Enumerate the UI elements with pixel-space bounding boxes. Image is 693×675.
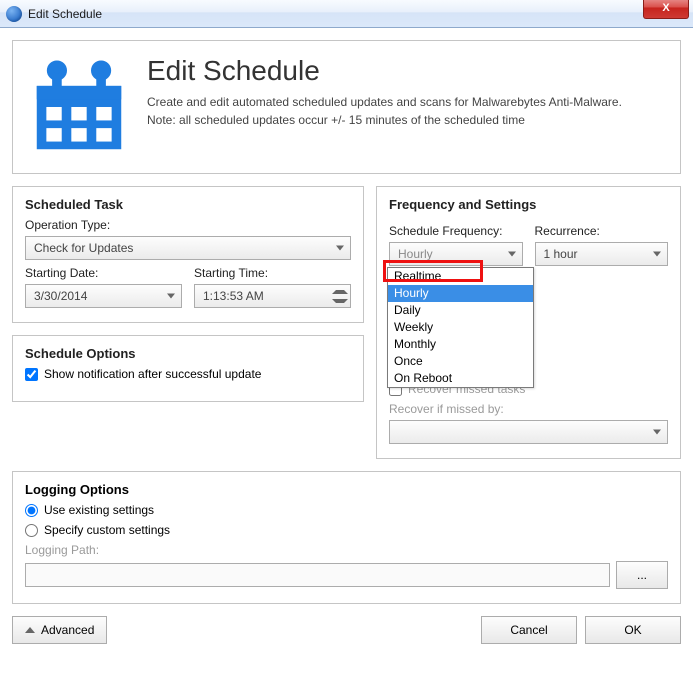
footer: Advanced Cancel OK bbox=[12, 616, 681, 644]
starting-time-value: 1:13:53 AM bbox=[203, 289, 264, 303]
browse-button[interactable]: ... bbox=[616, 561, 668, 589]
recover-if-select[interactable] bbox=[389, 420, 668, 444]
notify-label: Show notification after successful updat… bbox=[44, 367, 261, 381]
operation-type-select[interactable]: Check for Updates bbox=[25, 236, 351, 260]
page-note: Note: all scheduled updates occur +/- 15… bbox=[147, 113, 622, 127]
chevron-down-icon bbox=[336, 246, 344, 251]
cancel-label: Cancel bbox=[510, 623, 547, 637]
calendar-icon bbox=[31, 59, 127, 155]
close-button[interactable]: X bbox=[643, 0, 689, 19]
header-panel: Edit Schedule Create and edit automated … bbox=[12, 40, 681, 174]
frequency-option[interactable]: Monthly bbox=[388, 336, 533, 353]
notify-checkbox[interactable] bbox=[25, 368, 38, 381]
ok-button[interactable]: OK bbox=[585, 616, 681, 644]
logging-custom-row[interactable]: Specify custom settings bbox=[25, 523, 668, 537]
starting-time-spinner[interactable]: 1:13:53 AM bbox=[194, 284, 351, 308]
schedule-frequency-label: Schedule Frequency: bbox=[389, 224, 523, 238]
recurrence-label: Recurrence: bbox=[535, 224, 669, 238]
logging-existing-label: Use existing settings bbox=[44, 503, 154, 517]
page-description: Create and edit automated scheduled upda… bbox=[147, 95, 622, 109]
logging-custom-label: Specify custom settings bbox=[44, 523, 170, 537]
recover-if-label: Recover if missed by: bbox=[389, 402, 668, 416]
starting-date-label: Starting Date: bbox=[25, 266, 182, 280]
triangle-up-icon bbox=[25, 627, 35, 633]
recurrence-select[interactable]: 1 hour bbox=[535, 242, 669, 266]
app-icon bbox=[6, 6, 22, 22]
logging-path-label: Logging Path: bbox=[25, 543, 668, 557]
window-title: Edit Schedule bbox=[28, 7, 102, 21]
chevron-down-icon bbox=[653, 430, 661, 435]
frequency-settings-legend: Frequency and Settings bbox=[389, 197, 668, 212]
logging-existing-row[interactable]: Use existing settings bbox=[25, 503, 668, 517]
logging-options-legend: Logging Options bbox=[25, 482, 668, 497]
advanced-label: Advanced bbox=[41, 623, 94, 637]
spinner-up-icon[interactable] bbox=[332, 287, 348, 296]
spinner-down-icon[interactable] bbox=[332, 296, 348, 305]
scheduled-task-panel: Scheduled Task Operation Type: Check for… bbox=[12, 186, 364, 323]
frequency-option[interactable]: Weekly bbox=[388, 319, 533, 336]
starting-date-select[interactable]: 3/30/2014 bbox=[25, 284, 182, 308]
title-bar: Edit Schedule X bbox=[0, 0, 693, 28]
schedule-frequency-select[interactable]: Hourly bbox=[389, 242, 523, 266]
schedule-options-legend: Schedule Options bbox=[25, 346, 351, 361]
schedule-frequency-dropdown[interactable]: RealtimeHourlyDailyWeeklyMonthlyOnceOn R… bbox=[387, 267, 534, 388]
operation-type-label: Operation Type: bbox=[25, 218, 351, 232]
scheduled-task-legend: Scheduled Task bbox=[25, 197, 351, 212]
logging-custom-radio[interactable] bbox=[25, 524, 38, 537]
frequency-settings-panel: Frequency and Settings Schedule Frequenc… bbox=[376, 186, 681, 459]
ok-label: OK bbox=[624, 623, 641, 637]
browse-label: ... bbox=[637, 568, 647, 582]
recurrence-value: 1 hour bbox=[544, 247, 578, 261]
schedule-options-panel: Schedule Options Show notification after… bbox=[12, 335, 364, 402]
starting-date-value: 3/30/2014 bbox=[34, 289, 87, 303]
page-title: Edit Schedule bbox=[147, 55, 622, 87]
logging-path-input[interactable] bbox=[25, 563, 610, 587]
chevron-down-icon bbox=[653, 252, 661, 257]
operation-type-value: Check for Updates bbox=[34, 241, 133, 255]
close-icon: X bbox=[662, 2, 669, 14]
starting-time-label: Starting Time: bbox=[194, 266, 351, 280]
logging-existing-radio[interactable] bbox=[25, 504, 38, 517]
advanced-button[interactable]: Advanced bbox=[12, 616, 107, 644]
schedule-frequency-value: Hourly bbox=[398, 247, 433, 261]
frequency-option[interactable]: Daily bbox=[388, 302, 533, 319]
frequency-option[interactable]: Hourly bbox=[388, 285, 533, 302]
frequency-option[interactable]: Once bbox=[388, 353, 533, 370]
cancel-button[interactable]: Cancel bbox=[481, 616, 577, 644]
logging-options-panel: Logging Options Use existing settings Sp… bbox=[12, 471, 681, 604]
frequency-option[interactable]: On Reboot bbox=[388, 370, 533, 387]
chevron-down-icon bbox=[508, 252, 516, 257]
notify-checkbox-row[interactable]: Show notification after successful updat… bbox=[25, 367, 351, 381]
frequency-option[interactable]: Realtime bbox=[388, 268, 533, 285]
chevron-down-icon bbox=[167, 294, 175, 299]
